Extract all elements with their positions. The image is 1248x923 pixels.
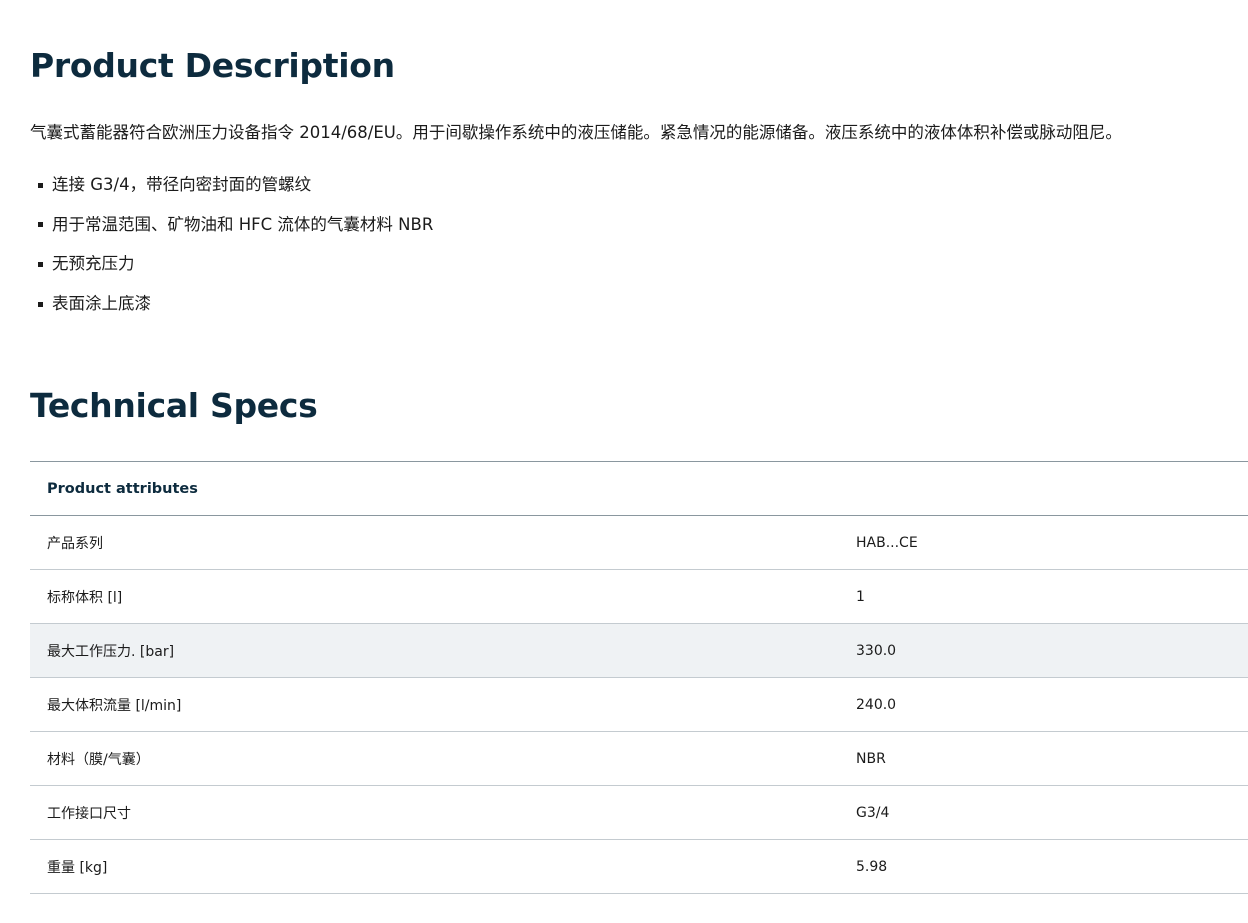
product-description-text: 气囊式蓄能器符合欧洲压力设备指令 2014/68/EU。用于间歇操作系统中的液压…	[30, 123, 1122, 142]
feature-text: 用于常温范围、矿物油和 HFC 流体的气囊材料 NBR	[52, 214, 434, 234]
feature-item: 用于常温范围、矿物油和 HFC 流体的气囊材料 NBR	[30, 212, 433, 238]
table-header-label: Product attributes	[47, 480, 198, 497]
attribute-value: 330.0	[856, 642, 897, 659]
table-row: 标称体积 [l] 1	[30, 570, 1248, 624]
feature-text: 表面涂上底漆	[52, 294, 151, 314]
technical-specs-title: Technical Specs	[30, 386, 318, 425]
feature-list: 连接 G3/4，带径向密封面的管螺纹 用于常温范围、矿物油和 HFC 流体的气囊…	[30, 172, 433, 331]
feature-item: 连接 G3/4，带径向密封面的管螺纹	[30, 172, 433, 198]
product-description-title: Product Description	[30, 46, 395, 85]
attribute-label: 材料（膜/气囊）	[47, 751, 150, 768]
attribute-value: 240.0	[856, 696, 897, 713]
feature-item: 无预充压力	[30, 251, 433, 277]
table-row: 工作接口尺寸 G3/4	[30, 786, 1248, 840]
attribute-label: 工作接口尺寸	[47, 805, 131, 822]
attribute-label: 重量 [kg]	[47, 859, 108, 876]
table-row: 产品系列 HAB...CE	[30, 516, 1248, 570]
feature-text: 无预充压力	[52, 254, 135, 274]
table-header-row: Product attributes	[30, 461, 1248, 516]
attribute-value: HAB...CE	[856, 534, 918, 551]
table-row: 材料（膜/气囊） NBR	[30, 732, 1248, 786]
bullet-icon	[38, 261, 43, 267]
feature-item: 表面涂上底漆	[30, 291, 433, 317]
bullet-icon	[38, 222, 43, 228]
attribute-value: 5.98	[856, 858, 888, 875]
attribute-label: 标称体积 [l]	[47, 589, 123, 606]
attribute-value: NBR	[856, 750, 886, 767]
feature-text: 连接 G3/4，带径向密封面的管螺纹	[52, 175, 312, 194]
attribute-label: 最大工作压力. [bar]	[47, 643, 175, 660]
bullet-icon	[38, 301, 43, 307]
table-row: 最大工作压力. [bar] 330.0	[30, 624, 1248, 678]
table-row: 重量 [kg] 5.98	[30, 840, 1248, 894]
attribute-label: 最大体积流量 [l/min]	[47, 697, 182, 714]
table-row: 最大体积流量 [l/min] 240.0	[30, 678, 1248, 732]
attribute-value: G3/4	[856, 804, 890, 821]
attribute-label: 产品系列	[47, 535, 103, 552]
specs-table: Product attributes 产品系列 HAB...CE 标称体积 [l…	[30, 461, 1248, 894]
bullet-icon	[38, 182, 43, 188]
attribute-value: 1	[856, 588, 865, 605]
